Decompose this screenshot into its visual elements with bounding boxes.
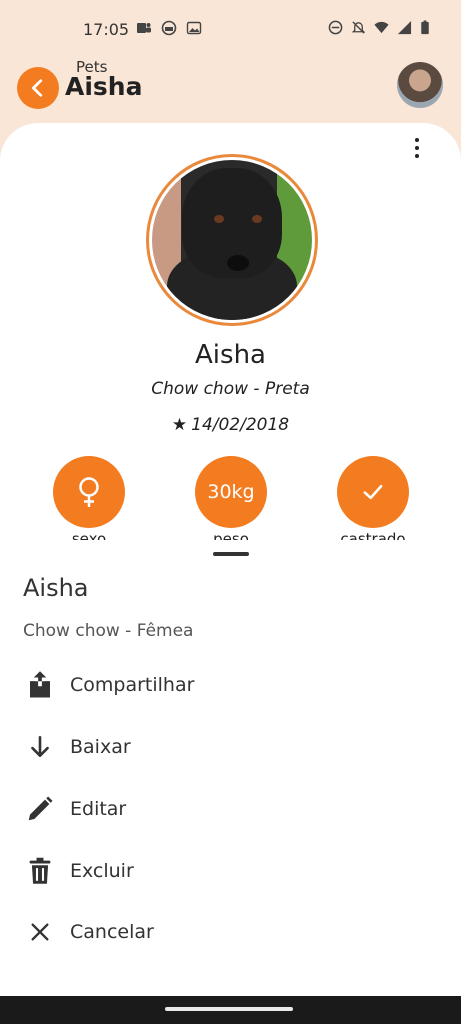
app-header: Pets Aisha [0,55,461,115]
status-right-icons [328,20,435,35]
check-icon [363,484,383,500]
share-icon [24,669,56,701]
pet-name: Aisha [195,340,266,370]
menu-item-download[interactable]: Baixar [0,721,461,773]
signal-icon [397,20,412,35]
stat-sexo[interactable]: sexo [53,456,125,540]
stat-label: peso [213,530,249,540]
page-title: Aisha [65,72,143,101]
chevron-left-icon [32,79,43,97]
menu-label: Cancelar [70,921,154,943]
status-bar: 17:05 [0,0,461,60]
status-left-icons [136,20,202,36]
system-nav-bar [0,996,461,1024]
stat-circle [337,456,409,528]
download-icon [24,731,56,763]
teams-icon [136,20,152,36]
sheet-title: Aisha [23,574,89,602]
stat-peso[interactable]: 30kg peso [195,456,267,540]
star-icon: ★ [171,415,188,435]
delete-icon [24,855,56,887]
stat-circle: 30kg [195,456,267,528]
menu-label: Excluir [70,860,134,882]
bell-off-icon [351,20,366,35]
stat-label: castrado [340,530,406,540]
stat-castrado[interactable]: castrado [337,456,409,540]
actions-bottom-sheet: Aisha Chow chow - Fêmea Compartilhar Bai… [0,540,461,996]
avatar[interactable] [397,62,443,108]
stat-label: sexo [71,530,107,540]
pet-breed: Chow chow - Preta [151,379,310,399]
drag-handle[interactable] [213,552,249,556]
app-icon [161,20,177,36]
close-icon [24,916,56,948]
edit-icon [24,793,56,825]
pet-birth-date: ★ 14/02/2018 [0,415,461,435]
menu-item-delete[interactable]: Excluir [0,845,461,897]
dnd-icon [328,20,343,35]
stat-circle [53,456,125,528]
home-indicator[interactable] [165,1007,293,1011]
menu-label: Baixar [70,736,131,758]
birth-date-value: 14/02/2018 [191,415,290,435]
menu-item-edit[interactable]: Editar [0,783,461,835]
menu-label: Compartilhar [70,674,195,696]
menu-label: Editar [70,798,127,820]
battery-icon [420,20,435,35]
wifi-icon [374,20,389,35]
pet-photo [146,154,318,326]
female-icon [79,477,99,507]
more-vert-icon [415,138,419,142]
sheet-subtitle: Chow chow - Fêmea [23,621,194,641]
status-time: 17:05 [83,20,130,39]
pet-card: Aisha Chow chow - Preta ★ 14/02/2018 sexo… [0,123,461,563]
menu-item-cancel[interactable]: Cancelar [0,906,461,958]
image-icon [186,20,202,36]
back-button[interactable] [17,67,59,109]
more-options-button[interactable] [407,136,427,160]
menu-item-share[interactable]: Compartilhar [0,659,461,711]
